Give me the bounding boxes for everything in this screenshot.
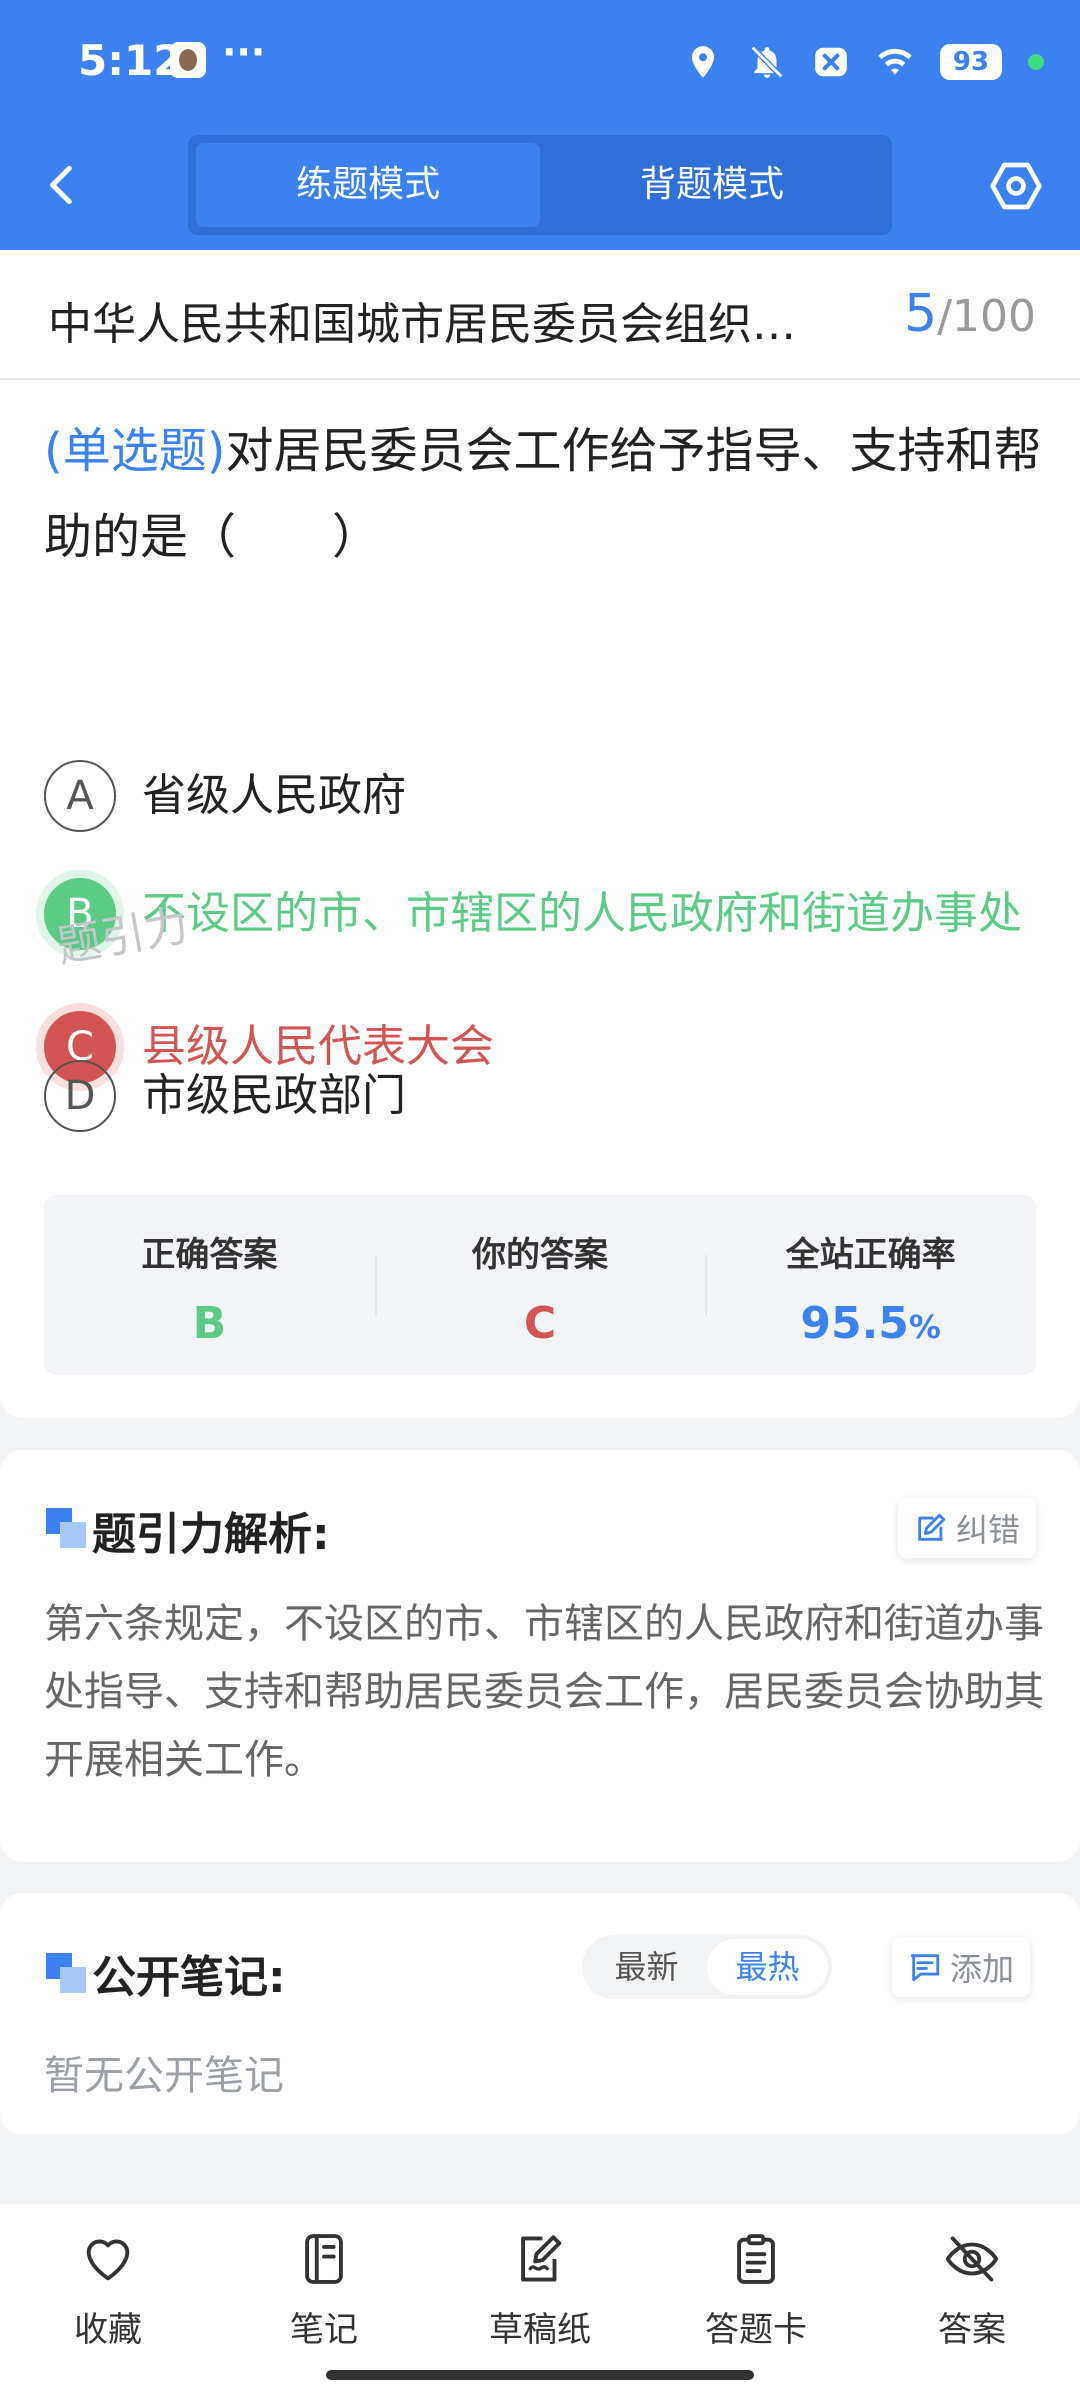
heart-icon (86, 2239, 130, 2281)
option-a[interactable]: A 省级人民政府 (44, 760, 1044, 832)
notes-sort-toggle: 最新 最热 (582, 1935, 832, 1999)
sort-newest[interactable]: 最新 (586, 1939, 707, 1995)
notes-empty-text: 暂无公开笔记 (44, 2053, 284, 2099)
nav-scratch-paper-label: 草稿纸 (489, 2310, 591, 2350)
question-type: (单选题) (44, 423, 226, 479)
accuracy-number: 95.5 (800, 1298, 909, 1349)
mode-switch: 练题模式 背题模式 (188, 135, 892, 235)
analysis-title: 题引力解析: (92, 1509, 330, 1560)
notes-card: 公开笔记: 最新 最热 添加 暂无公开笔记 (0, 1893, 1080, 2135)
tab-practice-mode[interactable]: 练题模式 (196, 143, 540, 227)
report-error-label: 纠错 (956, 1511, 1021, 1549)
back-icon[interactable] (38, 160, 88, 210)
site-accuracy: 全站正确率 95.5% (705, 1195, 1036, 1375)
nav-answer[interactable]: 答案 (864, 2204, 1080, 2400)
nav-notes-label: 笔记 (290, 2310, 358, 2350)
nav-favorite[interactable]: 收藏 (0, 2204, 216, 2400)
section-squares-icon (46, 1953, 86, 1993)
home-indicator (326, 2370, 754, 2380)
current-question-number: 5 (904, 284, 938, 344)
tab-memorize-mode[interactable]: 背题模式 (540, 143, 884, 227)
your-answer: 你的答案 C (374, 1195, 706, 1375)
total-questions: 100 (952, 291, 1036, 342)
battery-icon: 93 (940, 44, 1002, 80)
wifi-icon (878, 48, 912, 75)
add-note-button[interactable]: 添加 (892, 1937, 1031, 1997)
your-answer-label: 你的答案 (472, 1235, 608, 1275)
option-text: 不设区的市、市辖区的人民政府和街道办事处 (142, 888, 1022, 939)
status-icons: 93 (684, 38, 1044, 86)
analysis-text: 第六条规定，不设区的市、市辖区的人民政府和街道办事处指导、支持和帮助居民委员会工… (44, 1601, 1044, 1783)
option-text: 省级人民政府 (142, 770, 406, 821)
clipboard-icon (737, 2234, 775, 2284)
option-b[interactable]: B 不设区的市、市辖区的人民政府和街道办事处 (44, 878, 1044, 950)
status-bar: 5:12 ··· 93 (0, 0, 1080, 125)
option-letter: A (44, 760, 116, 832)
accuracy-unit: % (908, 1308, 941, 1346)
x-box-icon (815, 47, 847, 77)
status-more-icon: ··· (222, 30, 266, 74)
correct-answer-value: B (192, 1298, 227, 1349)
nav-answer-card-label: 答题卡 (705, 2310, 807, 2350)
sort-hottest[interactable]: 最热 (707, 1939, 828, 1995)
option-text: 市级民政部门 (142, 1070, 406, 1121)
option-letter: D (44, 1060, 116, 1132)
correct-answer: 正确答案 B (44, 1195, 375, 1375)
status-time: 5:12 (78, 36, 183, 85)
settings-hexagon-icon[interactable] (988, 158, 1044, 214)
exam-title: 中华人民共和国城市居民委员会组织… (48, 299, 796, 350)
analysis-card: 题引力解析: 纠错 第六条规定，不设区的市、市辖区的人民政府和街道办事处指导、支… (0, 1450, 1080, 1862)
answer-summary: 正确答案 B 你的答案 C 全站正确率 95.5% (44, 1195, 1036, 1375)
question-title-bar: 中华人民共和国城市居民委员会组织… 5/100 (0, 250, 1080, 380)
nav-answer-label: 答案 (938, 2310, 1006, 2350)
question-text: (单选题)对居民委员会工作给予指导、支持和帮助的是（ ） (44, 408, 1044, 580)
nav-favorite-label: 收藏 (74, 2310, 142, 2350)
location-icon (691, 46, 715, 78)
add-note-label: 添加 (950, 1950, 1015, 1988)
question-progress: 5/100 (904, 284, 1036, 344)
section-squares-icon (46, 1508, 86, 1548)
report-error-button[interactable]: 纠错 (898, 1498, 1037, 1558)
bell-off-icon (750, 45, 784, 79)
option-d[interactable]: D 市级民政部门 (44, 1060, 1044, 1132)
app-header: 5:12 ··· 93 练题模式 背题模式 (0, 0, 1080, 250)
privacy-dot-icon (1028, 54, 1044, 70)
progress-separator: / (937, 291, 953, 342)
site-accuracy-value: 95.5% (705, 1298, 1036, 1349)
notes-title: 公开笔记: (92, 1952, 286, 2003)
comment-icon (910, 1954, 940, 1982)
your-answer-value: C (523, 1298, 557, 1349)
scratch-paper-icon (521, 2235, 562, 2282)
edit-icon (918, 1513, 946, 1541)
correct-answer-label: 正确答案 (141, 1235, 278, 1275)
site-accuracy-label: 全站正确率 (785, 1235, 956, 1275)
status-avatar-icon (170, 42, 206, 78)
eye-off-icon (945, 2236, 999, 2282)
notebook-icon (305, 2234, 343, 2284)
